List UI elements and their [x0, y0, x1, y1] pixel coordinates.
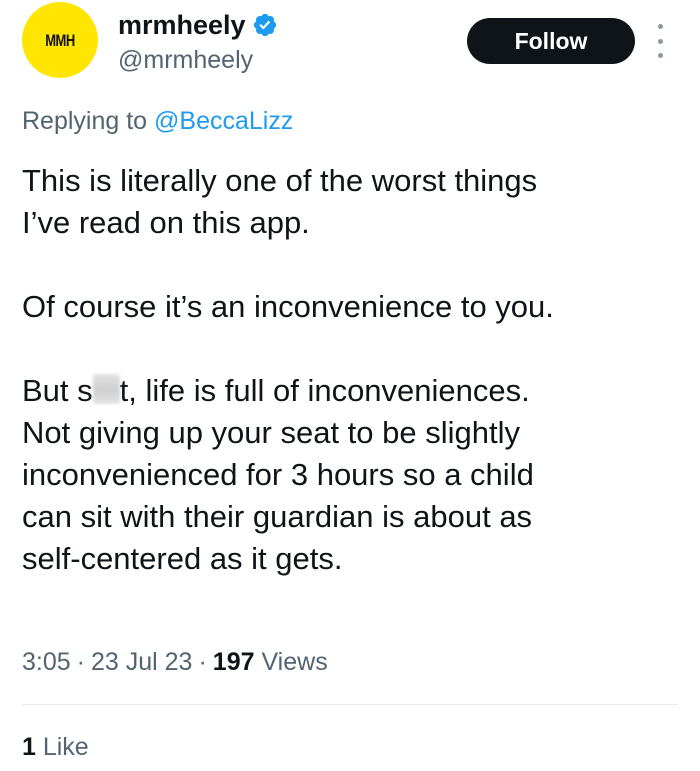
tweet-paragraph-3-start: But s [22, 373, 93, 408]
tweet-meta: 3:05 · 23 Jul 23 · 197 Views [22, 645, 328, 679]
likes-count: 1 [22, 733, 36, 761]
meta-separator: · [198, 648, 207, 676]
censor-blur [92, 374, 120, 404]
reply-mention-link[interactable]: @BeccaLizz [154, 107, 293, 135]
tweet-paragraph-3-after-censor: t, life is full of inconveniences. [119, 373, 530, 408]
author-name-row[interactable]: mrmheely [118, 8, 278, 42]
tweet-text: This is literally one of the worst thing… [22, 160, 692, 580]
views-label[interactable]: Views [255, 648, 327, 676]
views-count[interactable]: 197 [213, 648, 255, 676]
avatar-text: MMH [45, 30, 75, 50]
tweet-paragraph-3-rest: Not giving up your seat to be slightly i… [22, 415, 534, 576]
author-handle[interactable]: @mrmheely [118, 44, 278, 76]
avatar[interactable]: MMH [22, 2, 98, 78]
author-info: mrmheely @mrmheely [118, 8, 278, 76]
display-name[interactable]: mrmheely [118, 8, 246, 42]
tweet-time[interactable]: 3:05 [22, 648, 71, 676]
tweet-paragraph-1: This is literally one of the worst thing… [22, 163, 538, 240]
more-dot [657, 53, 663, 58]
more-dot [657, 38, 663, 44]
verified-badge-icon [253, 13, 276, 37]
more-dot [657, 24, 663, 29]
meta-separator: · [76, 648, 85, 676]
likes-link[interactable]: 1 Like [22, 730, 89, 764]
more-vertical-icon[interactable] [652, 24, 668, 58]
replying-to-label: Replying to [22, 107, 155, 135]
tweet-paragraph-3: But s t, life is full of inconveniences. … [22, 370, 692, 580]
likes-label: Like [35, 733, 89, 761]
divider [22, 704, 678, 705]
replying-to-line: Replying to @BeccaLizz [22, 104, 293, 138]
tweet-paragraph-2: Of course it’s an inconvenience to you. [22, 289, 554, 324]
follow-button[interactable]: Follow [467, 18, 635, 64]
tweet-header: MMH mrmheely @mrmheely Follow [0, 0, 700, 100]
tweet-date[interactable]: 23 Jul 23 [91, 648, 192, 676]
